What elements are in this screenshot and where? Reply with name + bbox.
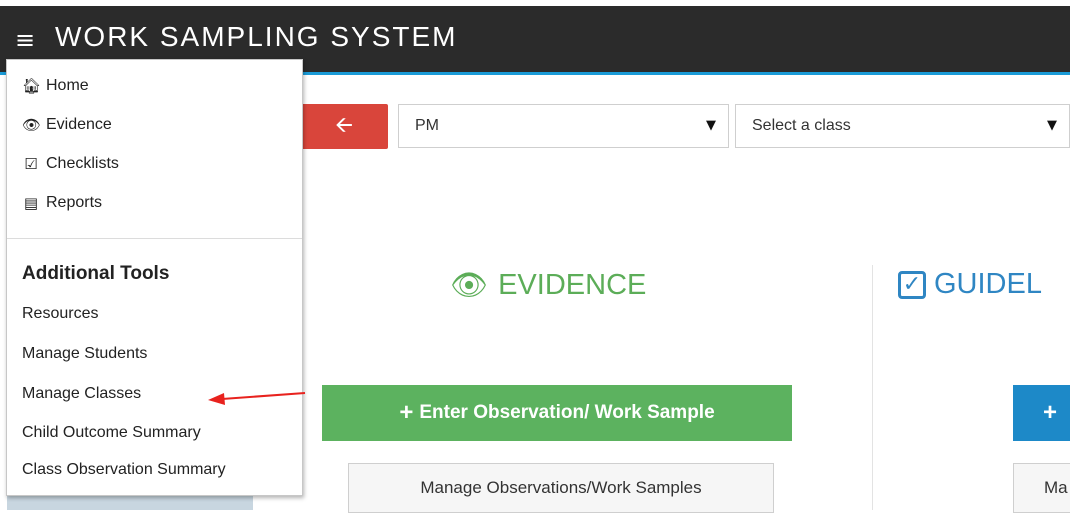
annotation-arrow: [208, 392, 306, 405]
annotation-arrow-head: [208, 393, 225, 405]
annotation-arrow-line: [221, 392, 306, 400]
